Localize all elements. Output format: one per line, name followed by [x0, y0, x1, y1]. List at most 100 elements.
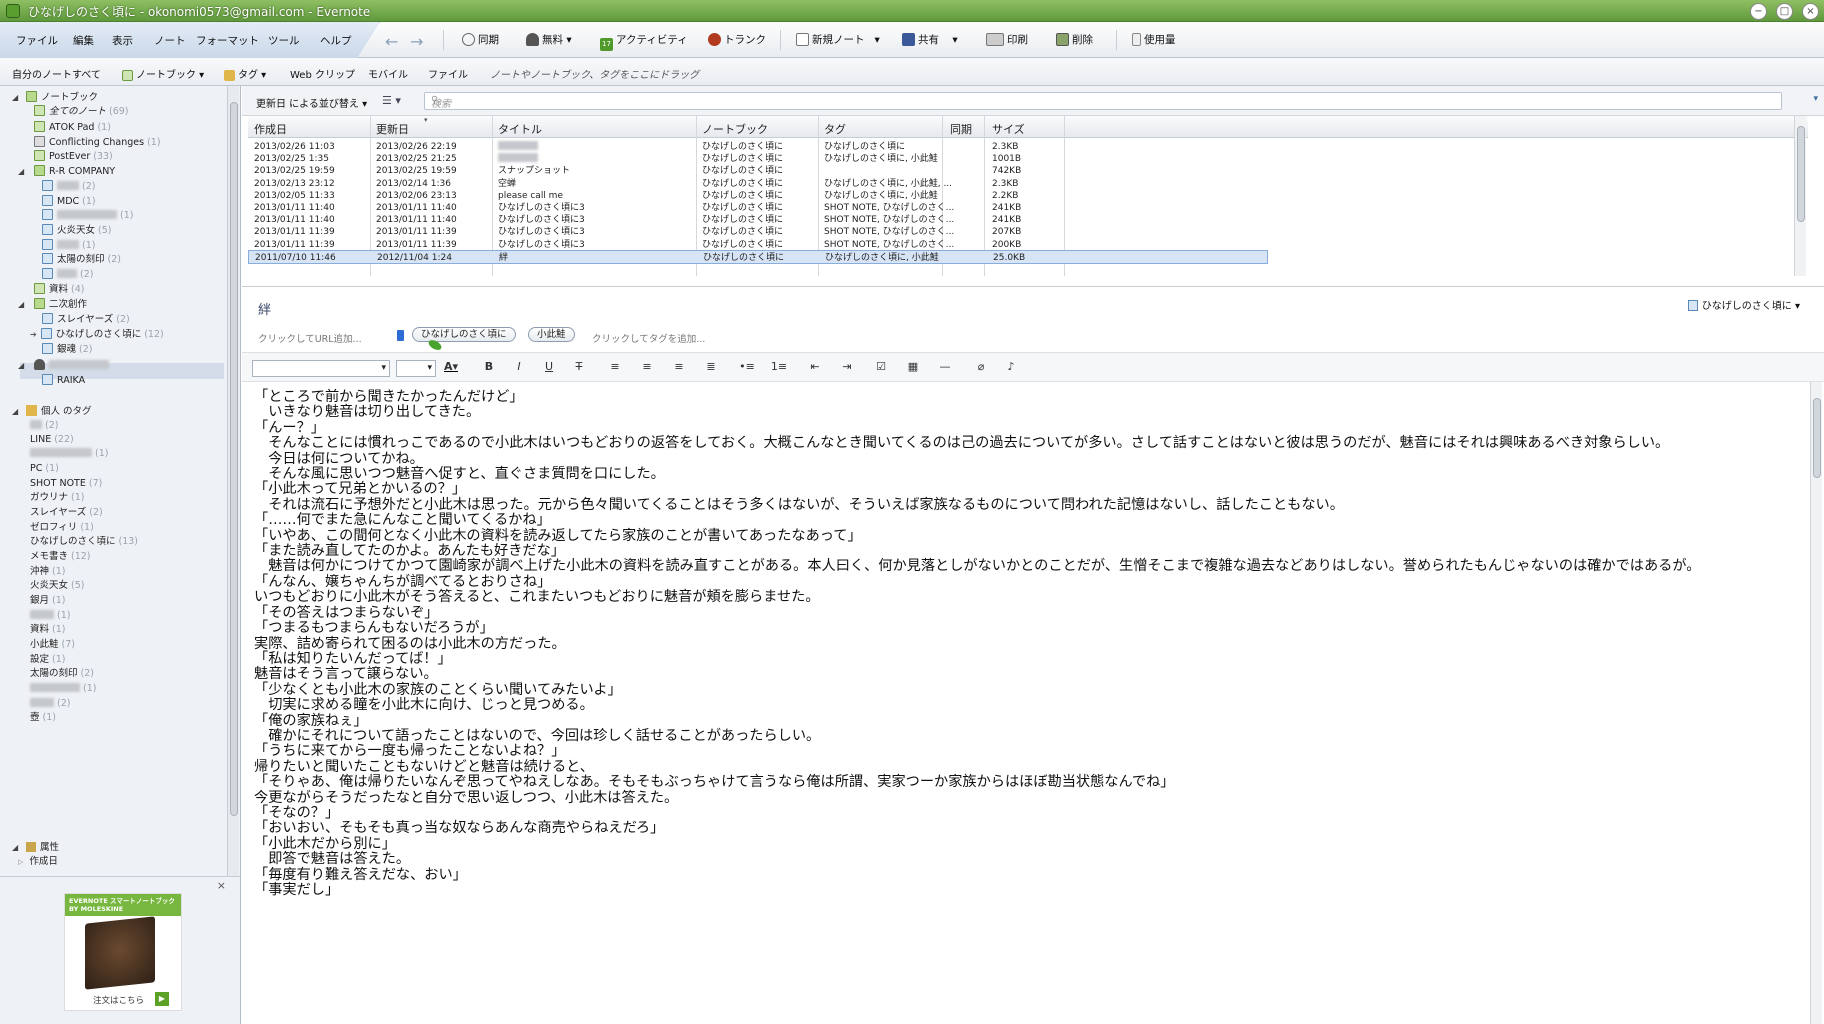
sync-button[interactable]: 同期 [462, 32, 499, 47]
col-tags[interactable]: タグ [824, 121, 846, 137]
font-color-icon[interactable]: A▾ [442, 360, 460, 373]
minimize-button[interactable]: − [1750, 3, 1767, 20]
align-justify-icon[interactable]: ≣ [702, 360, 720, 373]
delete-button[interactable]: 削除 [1056, 32, 1093, 47]
menu-edit[interactable]: 編集 [73, 33, 94, 48]
table-row[interactable]: 2011/07/10 11:46 2012/11/04 1:24 絆 ひなげしのさく頃… [248, 249, 1268, 264]
sidebar-item-kaen-tennyo[interactable]: 火炎天女 (5) [42, 223, 111, 239]
tag-item-shiryou[interactable]: 資料 (1) [30, 622, 65, 638]
sidebar-item-all-notes[interactable]: 全てのノート (69) [34, 104, 129, 120]
italic-icon[interactable]: I [510, 360, 528, 373]
sidebar-item-gintama[interactable]: 銀魂 (2) [42, 342, 92, 358]
sidebar-item-redacted[interactable]: (2) [42, 179, 95, 195]
attr-item-created[interactable]: ▷ 作成日 [18, 854, 58, 870]
close-button[interactable]: × [1802, 3, 1819, 20]
outdent-icon[interactable]: ⇤ [806, 360, 824, 373]
menu-file[interactable]: ファイル [16, 33, 58, 48]
note-body[interactable]: 「ところで前から聞きたかったんだけど」 いきなり魅音は切り出してきた。 「んー？… [254, 389, 1784, 898]
tag-item-hinageshi[interactable]: ひなげしのさく頃に (13) [30, 534, 138, 550]
col-updated[interactable]: 更新日 [376, 121, 409, 137]
font-family-select[interactable]: ▾ [252, 360, 390, 377]
scroll-thumb[interactable] [1813, 398, 1821, 478]
search-options-icon[interactable]: ▾ [1813, 94, 1818, 104]
sidebar-item-taiyou-no-kokuin[interactable]: 太陽の刻印 (2) [42, 252, 121, 268]
maximize-button[interactable]: □ [1776, 3, 1793, 20]
tag-item[interactable]: (1) [30, 446, 108, 462]
all-notes-link[interactable]: 自分のノートすべて [12, 66, 101, 81]
bullet-list-icon[interactable]: •≡ [738, 360, 756, 373]
tag-item-tsubo[interactable]: 壺 (1) [30, 710, 56, 726]
scroll-thumb[interactable] [230, 102, 238, 816]
sidebar-stack-niji-sousaku[interactable]: ◢ 二次創作 [18, 297, 87, 313]
tags-filter[interactable]: タグ ▾ [224, 66, 266, 81]
bold-icon[interactable]: B [480, 360, 498, 373]
sidebar-shared-user[interactable]: ◢ [18, 358, 109, 374]
tag-chip[interactable]: 小此鮭 [528, 327, 575, 342]
notebook-selector[interactable]: ひなげしのさく頃に ▾ [1687, 297, 1800, 312]
back-arrow-icon[interactable]: ← [385, 32, 398, 51]
view-mode-button[interactable]: ☰ ▾ [382, 94, 401, 107]
sidebar-item-redacted[interactable]: (1) [42, 208, 133, 224]
usage-button[interactable]: 使用量 [1132, 32, 1176, 47]
col-size[interactable]: サイズ [992, 121, 1025, 137]
menu-view[interactable]: 表示 [112, 33, 133, 48]
sidebar-item-hinageshi[interactable]: ➔ ひなげしのさく頃に (12) [30, 327, 164, 343]
tag-item-kaen-tennyo[interactable]: 火炎天女 (5) [30, 578, 84, 594]
col-notebook[interactable]: ノートブック [702, 121, 768, 137]
ad-go-button[interactable]: ▶ [155, 992, 169, 1006]
sidebar-stack-rr-company[interactable]: ◢ R-R COMPANY [18, 164, 115, 180]
underline-icon[interactable]: U [540, 360, 558, 373]
strikethrough-icon[interactable]: T [570, 360, 588, 373]
search-box[interactable]: 検索 ⚲ [424, 92, 1782, 110]
col-created[interactable]: 作成日 [254, 121, 287, 137]
attachment-icon[interactable]: ⌀ [972, 360, 990, 373]
search-icon[interactable]: ⚲ [431, 95, 1773, 106]
activity-button[interactable]: 17 アクティビティ [600, 32, 688, 51]
sidebar-item-redacted[interactable]: (2) [42, 267, 93, 283]
menu-tools[interactable]: ツール [268, 33, 300, 48]
align-left-icon[interactable]: ≡ [606, 360, 624, 373]
tag-item-taiyou[interactable]: 太陽の刻印 (2) [30, 666, 94, 682]
numbered-list-icon[interactable]: 1≡ [770, 360, 788, 373]
horizontal-rule-icon[interactable]: — [936, 360, 954, 373]
sidebar-item-shiryou[interactable]: 資料 (4) [34, 282, 84, 298]
ad-box[interactable]: EVERNOTE スマートノートブック BY MOLESKINE 注文はこちら … [64, 893, 182, 1011]
menu-help[interactable]: ヘルプ [320, 33, 352, 48]
microphone-icon[interactable]: ♪ [1002, 360, 1020, 373]
sidebar-item-atok-pad[interactable]: ATOK Pad (1) [34, 120, 111, 136]
col-sync[interactable]: 同期 [950, 121, 972, 137]
print-button[interactable]: 印刷 [986, 32, 1028, 47]
note-title[interactable]: 絆 [258, 299, 271, 318]
indent-icon[interactable]: ⇥ [838, 360, 856, 373]
trunk-button[interactable]: トランク [708, 32, 766, 47]
tag-item-konoki[interactable]: 小此鮭 (7) [30, 637, 75, 653]
new-note-button[interactable]: 新規ノート ▾ [796, 32, 880, 47]
notebooks-filter[interactable]: ノートブック ▾ [122, 66, 204, 81]
sidebar-item-raika[interactable]: RAIKA [42, 373, 85, 389]
font-size-select[interactable]: ▾ [396, 360, 436, 377]
note-editor[interactable]: 「ところで前から聞きたかったんだけど」 いきなり魅音は切り出してきた。 「んー？… [242, 382, 1824, 1024]
sidebar-item-slayers[interactable]: スレイヤーズ (2) [42, 312, 130, 328]
menu-note[interactable]: ノート [154, 33, 186, 48]
share-button[interactable]: 共有 ▾ [902, 32, 958, 47]
add-tag-field[interactable]: クリックしてタグを追加... [592, 331, 705, 345]
forward-arrow-icon[interactable]: → [410, 32, 423, 51]
editor-scrollbar[interactable] [1810, 382, 1822, 1024]
tag-item-gingetsu[interactable]: 銀月 (1) [30, 593, 65, 609]
tag-item-slayers[interactable]: スレイヤーズ (2) [30, 505, 103, 521]
webclip-filter[interactable]: Web クリップ [290, 66, 355, 81]
checkbox-icon[interactable]: ☑ [872, 360, 890, 373]
tag-chip[interactable]: ひなげしのさく頃に [412, 327, 516, 342]
tag-item-pc[interactable]: PC (1) [30, 461, 59, 477]
sort-dropdown[interactable]: 更新日 による並び替え ▾ [256, 95, 367, 110]
menu-format[interactable]: フォーマット [196, 33, 259, 48]
account-button[interactable]: 無料 ▾ [526, 32, 572, 47]
tag-item-memo[interactable]: メモ書き (12) [30, 549, 91, 565]
url-field[interactable]: クリックしてURL追加... [258, 331, 362, 345]
list-scrollbar[interactable] [1794, 116, 1806, 276]
mobile-filter[interactable]: モバイル [368, 66, 408, 81]
align-center-icon[interactable]: ≡ [638, 360, 656, 373]
align-right-icon[interactable]: ≡ [670, 360, 688, 373]
sidebar-scrollbar[interactable] [227, 86, 239, 876]
tag-item-gaurina[interactable]: ガウリナ (1) [30, 490, 84, 506]
